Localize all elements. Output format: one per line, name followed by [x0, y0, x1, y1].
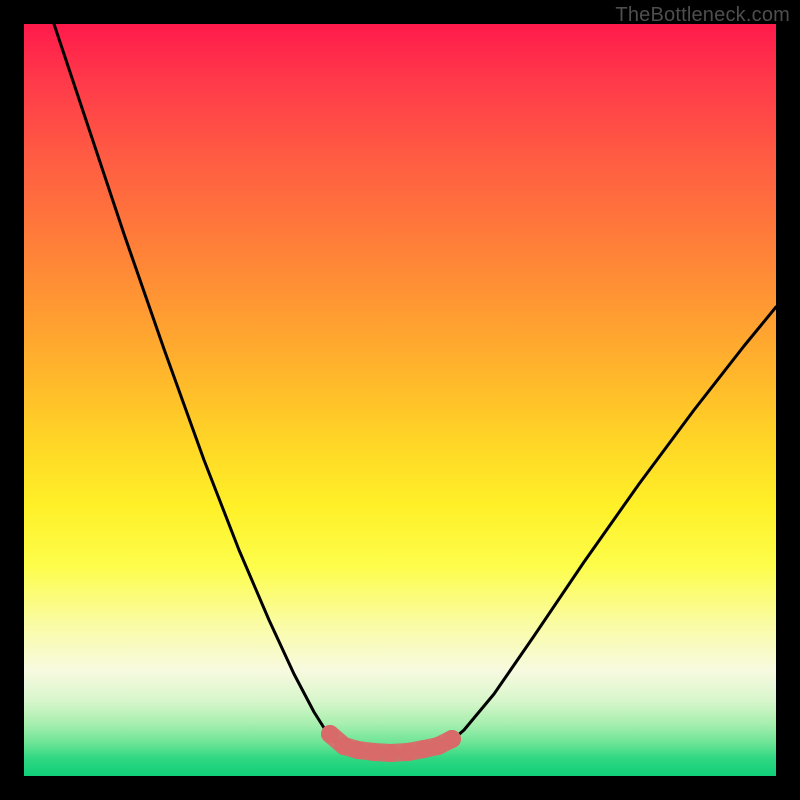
chart-svg: [24, 24, 776, 776]
plot-area: [24, 24, 776, 776]
valley-marker-dot: [321, 725, 339, 743]
valley-marker-dot: [381, 744, 399, 762]
valley-marker-dot: [349, 741, 367, 759]
valley-marker-dot: [365, 743, 383, 761]
curve-group: [54, 24, 776, 754]
marker-group: [321, 725, 461, 762]
valley-marker-dot: [399, 743, 417, 761]
bottleneck-curve: [54, 24, 776, 754]
watermark-text: TheBottleneck.com: [615, 4, 790, 27]
valley-marker-dot: [443, 730, 461, 748]
